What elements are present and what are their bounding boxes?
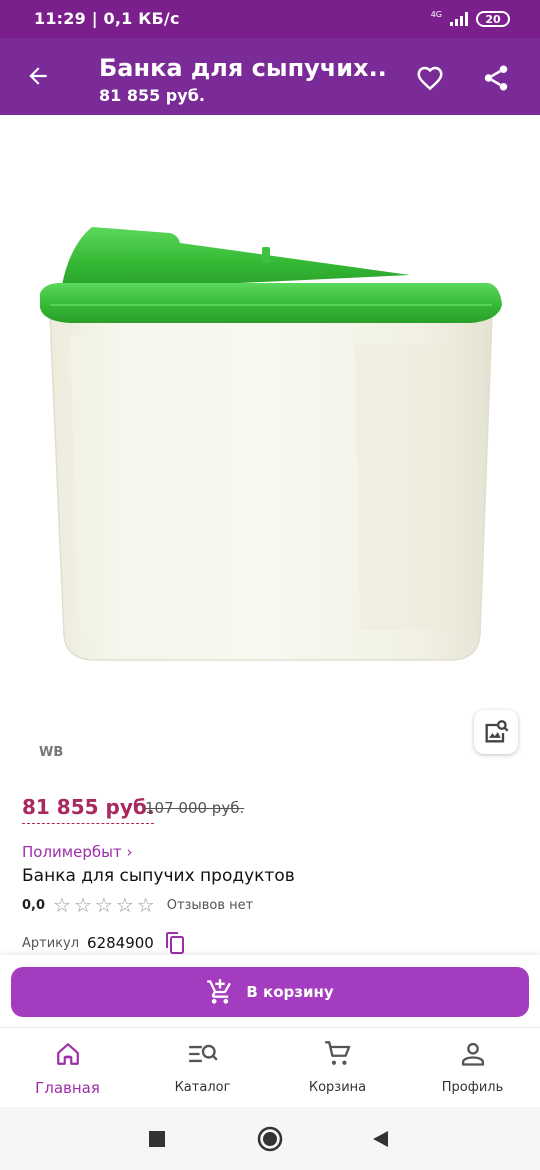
battery-icon: 20 [476, 11, 510, 27]
arrow-left-icon [29, 67, 47, 85]
network-type: 4G [430, 10, 442, 19]
bottom-nav: Главная Каталог Корзина Профиль [0, 1027, 540, 1107]
share-button[interactable] [476, 58, 516, 98]
nav-label-catalog: Каталог [174, 1080, 231, 1095]
product-image[interactable] [0, 115, 540, 765]
nav-item-profile[interactable]: Профиль [405, 1028, 540, 1108]
star-icon: ☆ [94, 893, 113, 917]
cart-icon [323, 1040, 353, 1068]
back-button[interactable] [20, 58, 56, 94]
nav-item-cart[interactable]: Корзина [270, 1028, 405, 1108]
nav-item-catalog[interactable]: Каталог [135, 1028, 270, 1108]
status-time: 11:29 | 0,1 КБ/с [34, 9, 180, 28]
nav-item-home[interactable]: Главная [0, 1028, 135, 1108]
star-icon: ☆ [115, 893, 134, 917]
page-title: Банка для сыпучих... [99, 54, 389, 82]
star-icon: ☆ [53, 893, 71, 917]
article-label: Артикул [22, 935, 80, 951]
rating-stars: ☆ ☆ ☆ ☆ ☆ [53, 895, 155, 915]
battery-level: 20 [485, 12, 501, 26]
cart-plus-icon [207, 979, 232, 1004]
cart-area: В корзину [0, 955, 540, 1027]
profile-icon [458, 1040, 488, 1068]
nav-label-home: Главная [35, 1079, 100, 1097]
current-price: 81 855 руб. [22, 795, 155, 824]
image-search-icon [485, 720, 509, 743]
reviews-count: Отзывов нет [166, 897, 254, 913]
old-price: 107 000 руб. [145, 799, 245, 817]
add-to-cart-label: В корзину [246, 983, 334, 1001]
star-icon: ☆ [73, 893, 92, 917]
seller-link[interactable]: Полимербыт › [22, 843, 132, 861]
rating-value: 0,0 [22, 897, 46, 913]
signal-icon [450, 12, 468, 26]
add-to-cart-button[interactable]: В корзину [11, 967, 529, 1017]
share-icon [484, 65, 508, 91]
image-search-button[interactable] [474, 710, 518, 754]
page-subtitle-price: 81 855 руб. [99, 86, 205, 105]
star-icon: ☆ [136, 893, 155, 917]
heart-icon [417, 66, 443, 91]
brand-watermark: WB [39, 745, 64, 760]
recent-apps-button[interactable] [143, 1125, 171, 1153]
rating-row[interactable]: 0,0 ☆ ☆ ☆ ☆ ☆ Отзывов нет [22, 895, 253, 915]
nav-label-cart: Корзина [308, 1080, 367, 1095]
app-bar: Банка для сыпучих... 81 855 руб. [0, 38, 540, 115]
catalog-search-icon [188, 1040, 218, 1068]
status-bar: 11:29 | 0,1 КБ/с 4G 20 [0, 0, 540, 38]
circle-icon [257, 1126, 283, 1152]
home-button[interactable] [256, 1125, 284, 1153]
system-nav-bar [0, 1107, 540, 1170]
nav-label-profile: Профиль [441, 1080, 504, 1095]
copy-icon[interactable] [164, 931, 186, 955]
product-jar-illustration [40, 227, 502, 661]
article-value: 6284900 [87, 934, 154, 952]
home-icon [53, 1040, 83, 1068]
article-row: Артикул 6284900 [22, 930, 186, 956]
triangle-back-icon [373, 1131, 388, 1147]
back-system-button[interactable] [366, 1125, 394, 1153]
favorite-button[interactable] [410, 58, 450, 98]
status-indicators: 4G 20 [431, 9, 510, 29]
square-icon [149, 1131, 165, 1147]
product-name: Банка для сыпучих продуктов [22, 866, 295, 886]
